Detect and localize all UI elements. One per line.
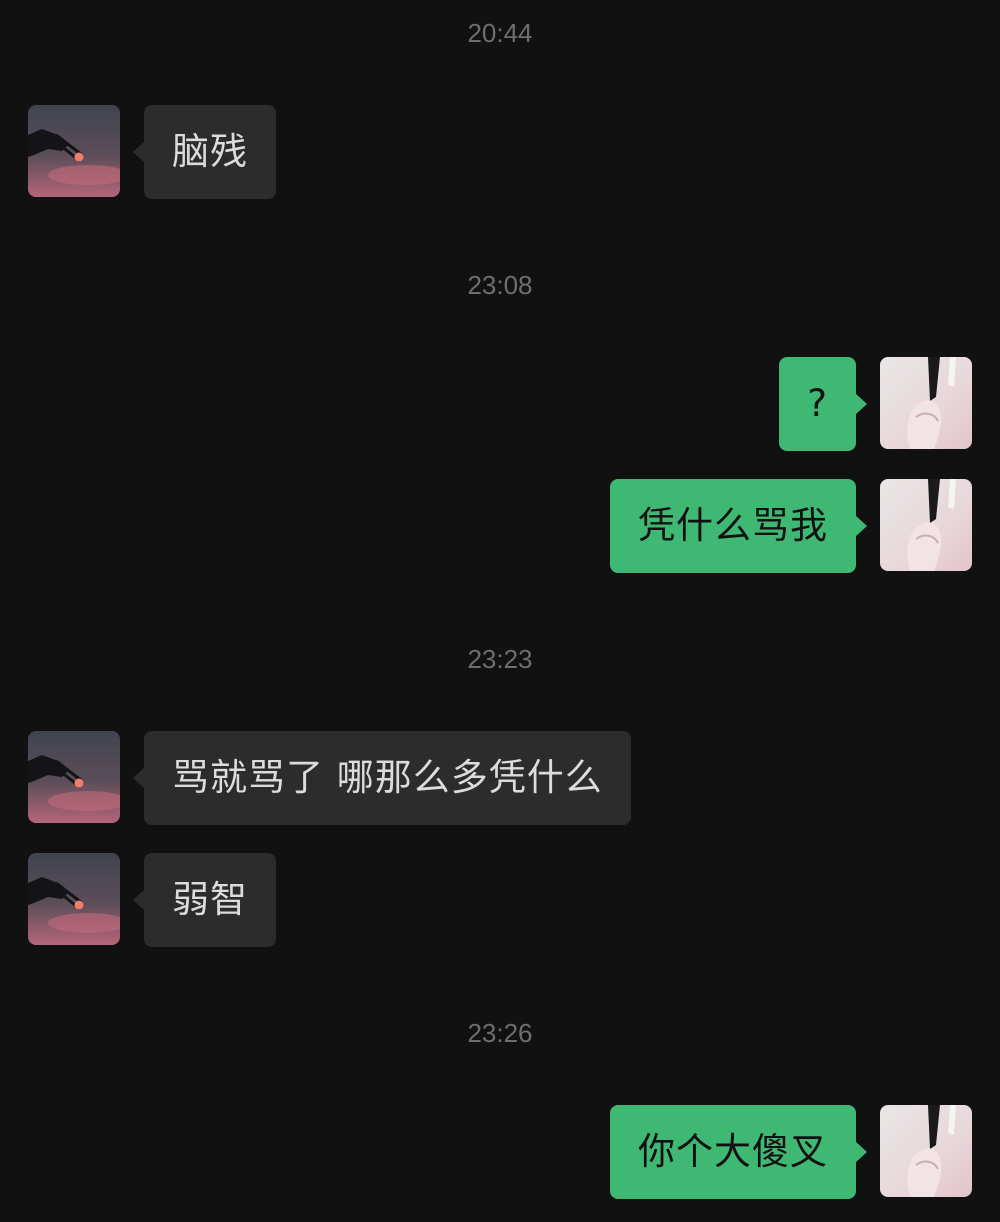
message-text: 你个大傻叉 <box>638 1130 828 1173</box>
message-text: 脑残 <box>172 130 248 173</box>
sunset-hand-avatar-icon <box>28 731 120 823</box>
chat-timestamp: 23:23 <box>467 644 533 674</box>
sunset-hand-avatar-icon <box>28 853 120 945</box>
incoming-message-bubble[interactable]: 脑残 <box>133 105 276 199</box>
message-text: 弱智 <box>172 878 248 921</box>
message-text: 骂就骂了 哪那么多凭什么 <box>172 756 603 799</box>
incoming-message-bubble[interactable]: 骂就骂了 哪那么多凭什么 <box>133 731 631 825</box>
contact-avatar[interactable] <box>28 731 120 823</box>
chat-timestamp: 23:08 <box>467 270 533 300</box>
chat-timestamp: 20:44 <box>467 18 533 48</box>
pink-cloth-avatar-icon <box>880 357 972 449</box>
pink-cloth-avatar-icon <box>880 1105 972 1197</box>
incoming-message-bubble[interactable]: 弱智 <box>133 853 276 947</box>
contact-avatar[interactable] <box>28 853 120 945</box>
self-avatar[interactable] <box>880 479 972 571</box>
outgoing-message-bubble[interactable]: 你个大傻叉 <box>610 1105 867 1199</box>
chat-timestamp: 23:26 <box>467 1018 533 1048</box>
self-avatar[interactable] <box>880 357 972 449</box>
pink-cloth-avatar-icon <box>880 479 972 571</box>
outgoing-message-bubble[interactable]: 凭什么骂我 <box>610 479 867 573</box>
self-avatar[interactable] <box>880 1105 972 1197</box>
contact-avatar[interactable] <box>28 105 120 197</box>
message-text: ? <box>807 382 828 425</box>
message-text: 凭什么骂我 <box>638 504 828 547</box>
outgoing-message-bubble[interactable]: ? <box>779 357 867 451</box>
sunset-hand-avatar-icon <box>28 105 120 197</box>
